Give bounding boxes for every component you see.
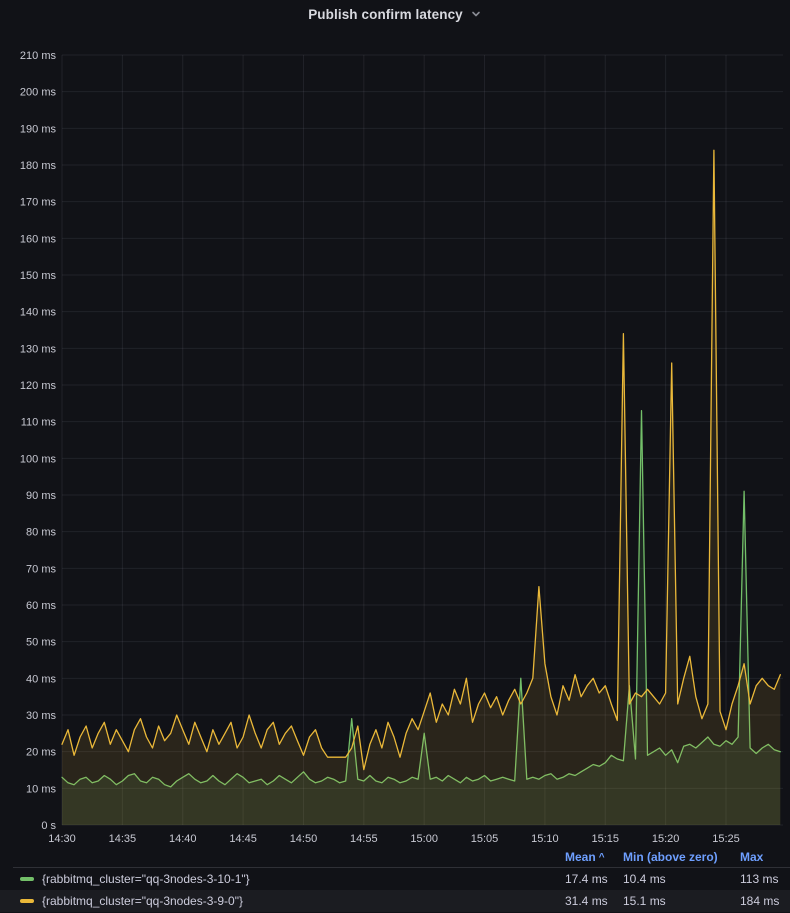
y-axis-tick-label: 80 ms: [26, 527, 56, 539]
y-axis-tick-label: 110 ms: [21, 417, 57, 429]
y-axis-tick-label: 10 ms: [26, 783, 56, 795]
legend-row-series-1: {rabbitmq_cluster="qq-3nodes-3-10-1"} 17…: [0, 868, 790, 890]
series-area-fill-2: [62, 150, 780, 825]
y-axis-tick-label: 20 ms: [26, 747, 56, 759]
timeseries-plot[interactable]: 0 s 10 ms 20 ms 30 ms 40 ms 50 ms 60 ms 70 ms 80…: [0, 28, 790, 847]
series-min-value: 10.4 ms: [623, 872, 740, 886]
y-axis-tick-label: 70 ms: [26, 563, 56, 575]
x-axis-tick-label: 15:10: [531, 833, 559, 845]
y-axis-tick-label: 40 ms: [26, 673, 56, 685]
x-axis-tick-label: 14:40: [169, 833, 197, 845]
x-axis-tick-label: 14:55: [350, 833, 378, 845]
x-axis-tick-label: 15:05: [471, 833, 499, 845]
x-axis-tick-label: 14:30: [48, 833, 76, 845]
panel-title[interactable]: Publish confirm latency: [308, 7, 463, 22]
x-axis-tick-label: 15:15: [592, 833, 620, 845]
legend-col-mean-label: Mean: [565, 850, 596, 864]
series-max-value: 184 ms: [740, 894, 790, 908]
y-axis-tick-label: 0 s: [41, 820, 56, 832]
y-axis-tick-label: 200 ms: [20, 87, 57, 99]
chart-area[interactable]: 0 s 10 ms 20 ms 30 ms 40 ms 50 ms 60 ms 70 ms 80…: [0, 28, 790, 847]
grafana-panel: Publish confirm latency 0 s 10 ms 20 ms 30 …: [0, 0, 790, 913]
y-axis-tick-label: 150 ms: [20, 270, 57, 282]
legend-table: Mean^ Min (above zero) Max {rabbitmq_clu…: [0, 847, 790, 913]
series-mean-value: 17.4 ms: [565, 872, 623, 886]
y-axis-tick-label: 140 ms: [20, 307, 57, 319]
legend-row-series-2: {rabbitmq_cluster="qq-3nodes-3-9-0"} 31.…: [0, 890, 790, 912]
y-axis-tick-label: 50 ms: [26, 637, 56, 649]
legend-col-max[interactable]: Max: [740, 850, 790, 864]
legend-col-min[interactable]: Min (above zero): [623, 850, 740, 864]
legend-col-mean[interactable]: Mean^: [565, 850, 623, 864]
panel-header[interactable]: Publish confirm latency: [0, 0, 790, 28]
y-axis-tick-label: 170 ms: [20, 197, 57, 209]
y-axis-tick-label: 30 ms: [26, 710, 56, 722]
chevron-down-icon[interactable]: [470, 8, 482, 20]
x-axis-tick-label: 15:00: [410, 833, 438, 845]
x-axis-tick-label: 15:25: [712, 833, 740, 845]
x-axis-tick-label: 14:50: [290, 833, 318, 845]
y-axis-tick-label: 120 ms: [20, 380, 57, 392]
y-axis-tick-label: 100 ms: [20, 453, 57, 465]
y-axis-tick-label: 130 ms: [20, 343, 57, 355]
x-axis-tick-label: 14:35: [109, 833, 137, 845]
legend-header-row: Mean^ Min (above zero) Max: [0, 847, 790, 867]
series-label[interactable]: {rabbitmq_cluster="qq-3nodes-3-9-0"}: [42, 894, 243, 908]
y-axis-tick-label: 90 ms: [26, 490, 56, 502]
series-mean-value: 31.4 ms: [565, 894, 623, 908]
series-max-value: 113 ms: [740, 872, 790, 886]
sort-ascending-icon: ^: [599, 852, 605, 863]
series-color-swatch[interactable]: [20, 899, 34, 903]
y-axis-tick-label: 180 ms: [20, 160, 57, 172]
y-axis-tick-label: 160 ms: [20, 233, 57, 245]
series-min-value: 15.1 ms: [623, 894, 740, 908]
y-axis-tick-label: 190 ms: [20, 123, 57, 135]
series-label[interactable]: {rabbitmq_cluster="qq-3nodes-3-10-1"}: [42, 872, 250, 886]
series-color-swatch[interactable]: [20, 877, 34, 881]
x-axis-tick-label: 14:45: [229, 833, 257, 845]
x-axis-tick-label: 15:20: [652, 833, 680, 845]
y-axis-tick-label: 60 ms: [26, 600, 56, 612]
y-axis-tick-label: 210 ms: [20, 50, 57, 62]
